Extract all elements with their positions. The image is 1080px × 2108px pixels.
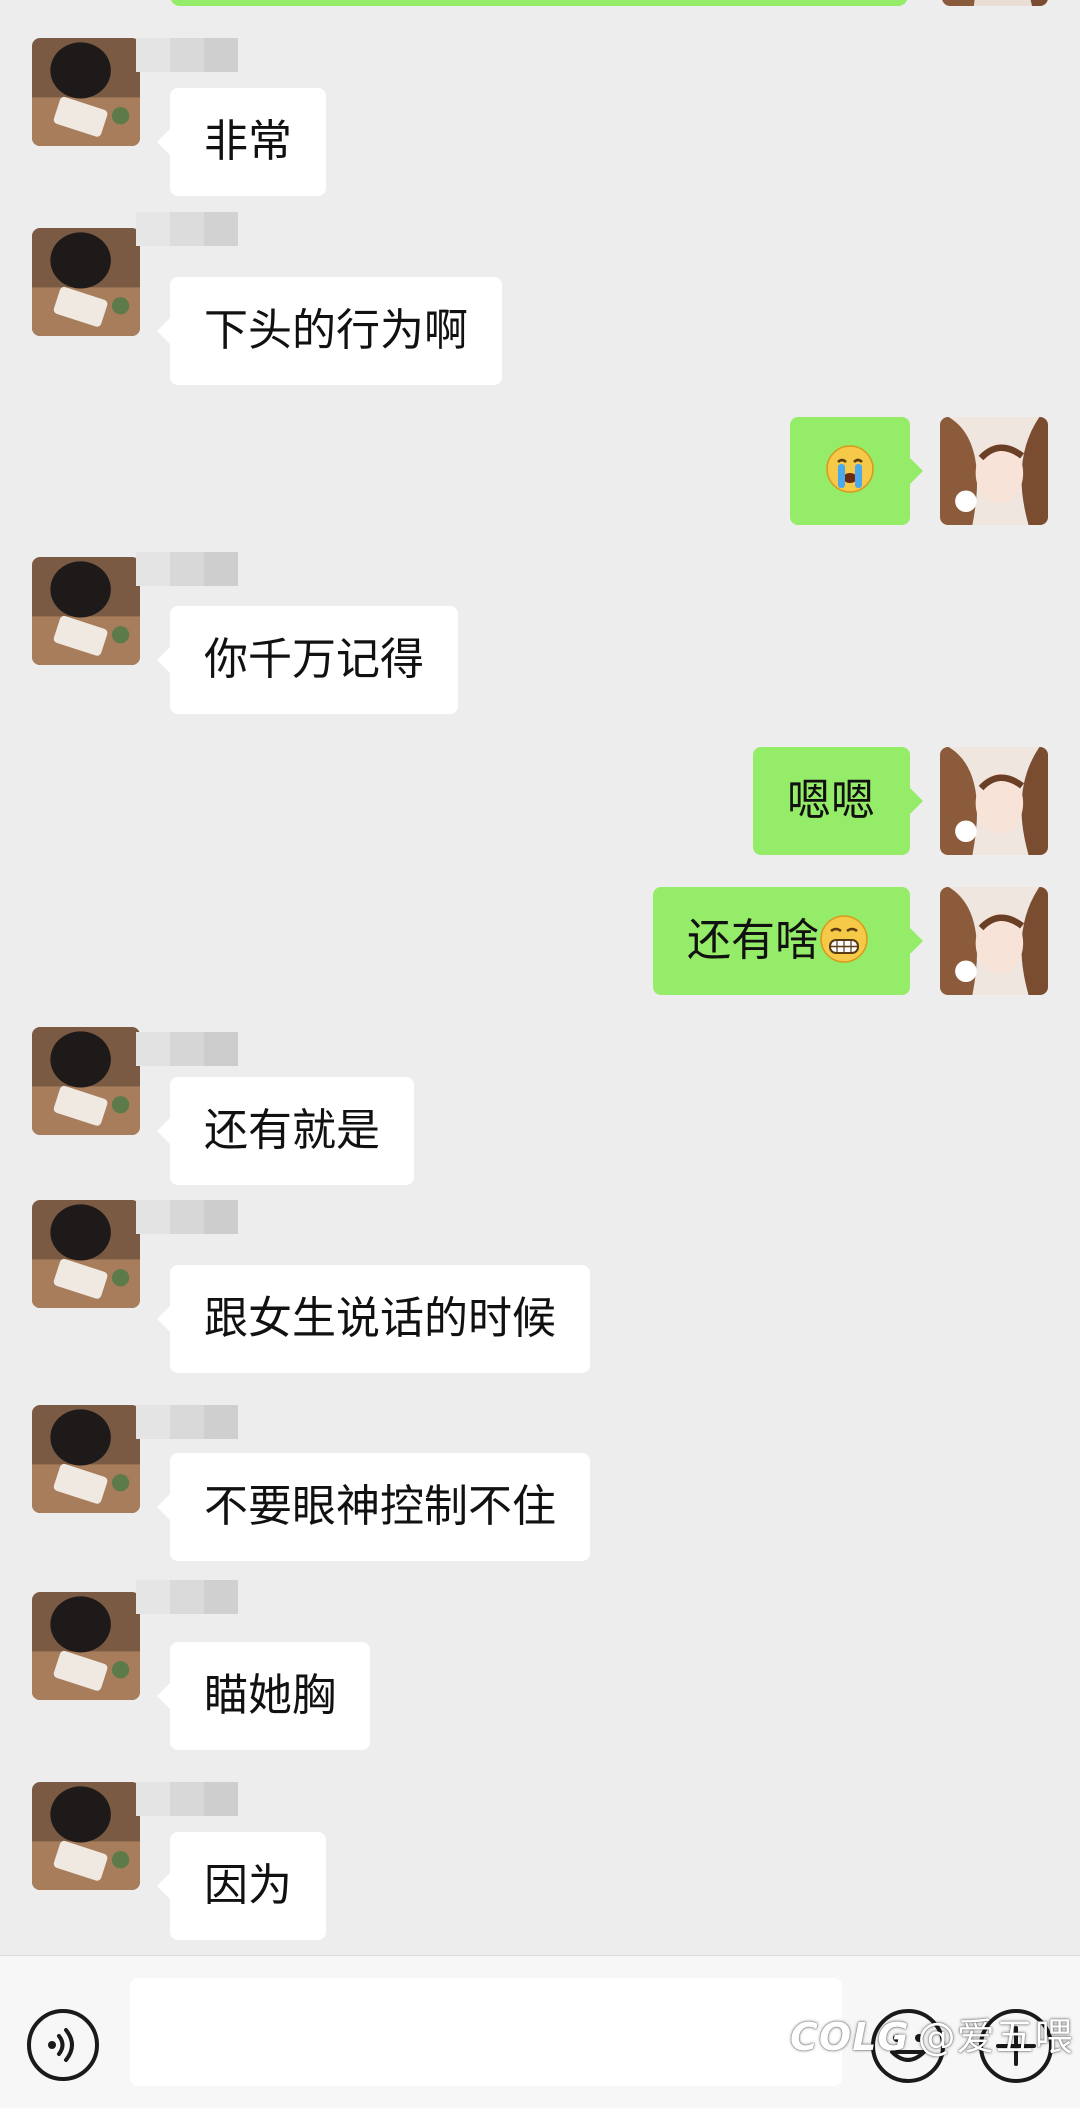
message-bubble-outgoing[interactable]: 还有啥 xyxy=(653,887,923,995)
message-text: 因为 xyxy=(204,1860,292,1911)
message-bubble-incoming[interactable]: 瞄她胸 xyxy=(157,1642,370,1750)
contact-avatar[interactable] xyxy=(32,1200,140,1308)
crying-face-emoji xyxy=(825,444,875,494)
message-bubble-incoming[interactable]: 你千万记得 xyxy=(157,606,458,714)
message-bubble-incoming[interactable]: 还有就是 xyxy=(157,1077,414,1185)
message-text: 下头的行为啊 xyxy=(204,305,468,356)
contact-avatar[interactable] xyxy=(32,1027,140,1135)
message-bubble-outgoing-cut xyxy=(170,0,908,6)
self-avatar[interactable] xyxy=(940,417,1048,525)
message-text: 还有就是 xyxy=(204,1105,380,1156)
message-text: 非常 xyxy=(204,116,292,167)
voice-icon[interactable] xyxy=(26,2008,100,2082)
message-bubble-incoming[interactable]: 跟女生说话的时候 xyxy=(157,1265,590,1373)
message-bubble-incoming[interactable]: 不要眼神控制不住 xyxy=(157,1453,590,1561)
watermark: COLG @爱五喂 xyxy=(790,2006,1074,2061)
grimacing-face-emoji xyxy=(819,914,869,964)
chat-screen: 非常 下头的行为啊 你千万记得 嗯嗯 还有啥 还有就是 跟女生说话的时候 不要眼… xyxy=(0,0,1080,2108)
message-bubble-incoming[interactable]: 因为 xyxy=(157,1832,326,1940)
contact-avatar[interactable] xyxy=(32,1782,140,1890)
contact-avatar[interactable] xyxy=(32,557,140,665)
message-bubble-incoming[interactable]: 下头的行为啊 xyxy=(157,277,502,385)
contact-avatar[interactable] xyxy=(32,228,140,336)
contact-avatar[interactable] xyxy=(32,1592,140,1700)
watermark-text: @爱五喂 xyxy=(917,2015,1074,2059)
message-text: 还有啥 xyxy=(687,915,819,966)
message-text: 跟女生说话的时候 xyxy=(204,1293,556,1344)
message-input[interactable] xyxy=(130,1978,842,2086)
message-text: 嗯嗯 xyxy=(787,775,875,826)
message-text: 你千万记得 xyxy=(204,634,424,685)
message-bubble-outgoing[interactable]: 嗯嗯 xyxy=(753,747,923,855)
self-avatar[interactable] xyxy=(942,0,1048,6)
self-avatar[interactable] xyxy=(940,747,1048,855)
watermark-logo: COLG xyxy=(790,2015,910,2059)
self-avatar[interactable] xyxy=(940,887,1048,995)
message-bubble-incoming[interactable]: 非常 xyxy=(157,88,326,196)
message-bubble-outgoing[interactable] xyxy=(790,417,923,525)
contact-avatar[interactable] xyxy=(32,38,140,146)
contact-avatar[interactable] xyxy=(32,1405,140,1513)
message-text: 不要眼神控制不住 xyxy=(204,1481,556,1532)
message-text: 瞄她胸 xyxy=(204,1670,336,1721)
